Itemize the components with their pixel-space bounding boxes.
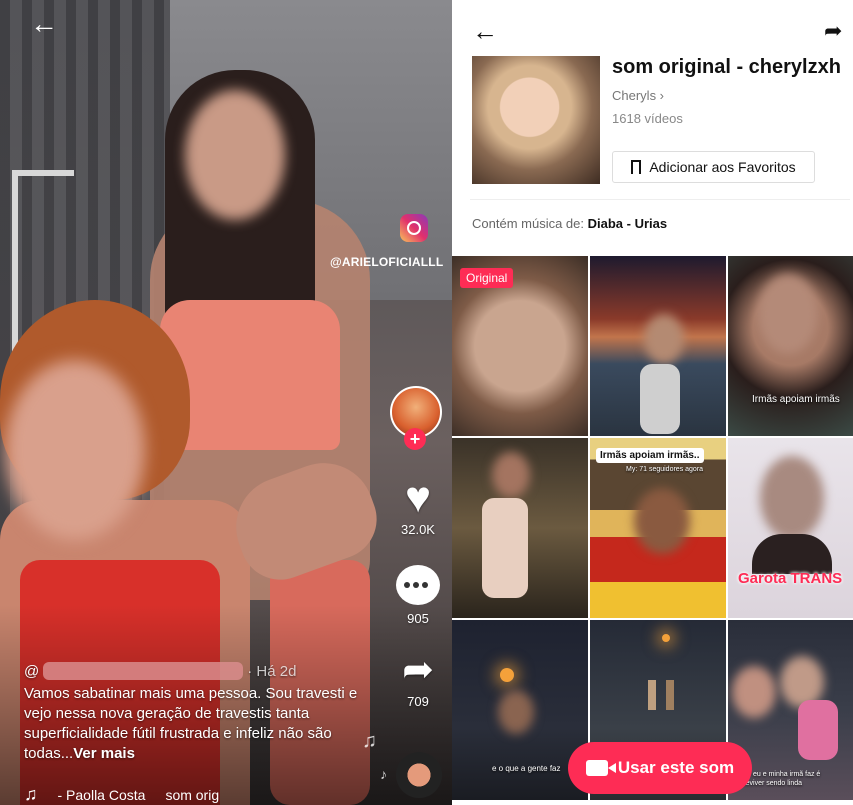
follow-plus-icon[interactable]: + [404,428,426,450]
share-button[interactable]: ➦ 709 [388,650,448,709]
video-thumbnail[interactable]: Garota TRANS [728,438,853,618]
share-icon[interactable]: ➦ [824,18,842,44]
blurred-face [732,666,776,718]
blurred-face [634,488,690,554]
thumbnail-caption: Garota TRANS [738,570,843,587]
video-person-hair [752,534,832,574]
see-more-link[interactable]: Ver mais [73,745,135,762]
thumbnail-caption: Irmãs apoiam irmãs [752,394,840,405]
music-note-icon: ♫ [24,784,38,804]
share-count: 709 [407,694,429,709]
comment-button[interactable]: 905 [388,565,448,626]
comment-icon [396,565,440,605]
video-player[interactable]: ← @ARIELOFICIALLL + ♥ 32.0K 905 ➦ 709 @ … [0,0,452,805]
music-artist: - Paolla Costa [57,786,146,803]
comment-count: 905 [407,611,429,626]
sound-video-count: 1618 vídeos [612,111,683,126]
caption-text-block: Vamos sabatinar mais uma pessoa. Sou tra… [24,684,374,764]
instagram-icon [400,214,428,242]
video-thumbnail[interactable]: Irmãs apoiam irmãs.. My: 71 seguidores a… [590,438,726,618]
music-disc[interactable] [396,752,442,798]
original-badge: Original [460,268,514,288]
blurred-face [5,360,145,540]
thumbnail-caption: e o que a gente faz [492,764,561,773]
contains-music: Contém música de: Diaba - Urias [472,216,667,231]
video-person [482,498,528,598]
caption-username-row[interactable]: @ · Há 2d [24,662,374,680]
like-button[interactable]: ♥ 32.0K [388,473,448,538]
video-thumbnail[interactable] [590,256,726,436]
street-light [500,668,514,682]
favorites-label: Adicionar aos Favoritos [649,159,796,175]
instagram-handle: @ARIELOFICIALLL [330,255,444,269]
sound-title: som original - cherylzxh [612,56,841,78]
blurred-face [758,274,818,354]
video-thumbnail[interactable]: Irmãs apoiam irmãs [728,256,853,436]
video-camera-icon [585,760,616,776]
video-person [666,680,674,710]
music-note-icon: ♪ [380,766,387,782]
add-to-favorites-button[interactable]: Adicionar aos Favoritos [612,151,815,183]
blurred-face [185,90,285,220]
divider [470,199,850,200]
video-grid: Original Irmãs apoiam irmãs Irmãs apoiam… [452,256,853,805]
video-person [798,700,838,760]
thumbnail-caption: Irmãs apoiam irmãs.. [596,448,704,463]
caption-username-prefix: @ [24,662,40,680]
use-this-sound-button[interactable]: Usar este som [568,742,752,794]
contains-value[interactable]: Diaba - Urias [588,216,667,231]
music-sound: som orig [165,786,220,803]
sound-page: ← ➦ som original - cherylzxh Cheryls › 1… [452,0,853,805]
music-row[interactable]: ♫ - Paolla Costa som orig [24,784,219,805]
sound-author-link[interactable]: Cheryls › [612,88,664,103]
contains-label: Contém música de: [472,216,584,231]
blurred-face [644,314,684,364]
bookmark-icon [631,160,642,179]
blurred-face [760,456,824,540]
video-thumbnail[interactable]: Original [452,256,588,436]
sound-cover-image [472,56,600,184]
video-thumbnail[interactable] [452,438,588,618]
video-person [648,680,656,710]
street-light [662,634,670,642]
caption-username-redacted [43,662,244,680]
blurred-face [498,690,534,734]
share-icon: ➦ [402,649,434,691]
thumbnail-subcaption: My: 71 seguidores agora [626,466,704,473]
video-caption: @ · Há 2d Vamos sabatinar mais uma pesso… [24,662,374,764]
video-person [640,364,680,434]
blurred-face [492,452,530,498]
caption-time: · Há 2d [247,662,297,680]
music-note-icon: ♫ [362,730,377,752]
heart-icon: ♥ [404,473,432,522]
back-arrow-icon[interactable]: ← [472,16,498,47]
use-this-sound-label: Usar este som [617,758,735,777]
like-count: 32.0K [401,522,435,537]
back-arrow-icon[interactable]: ← [30,10,58,38]
